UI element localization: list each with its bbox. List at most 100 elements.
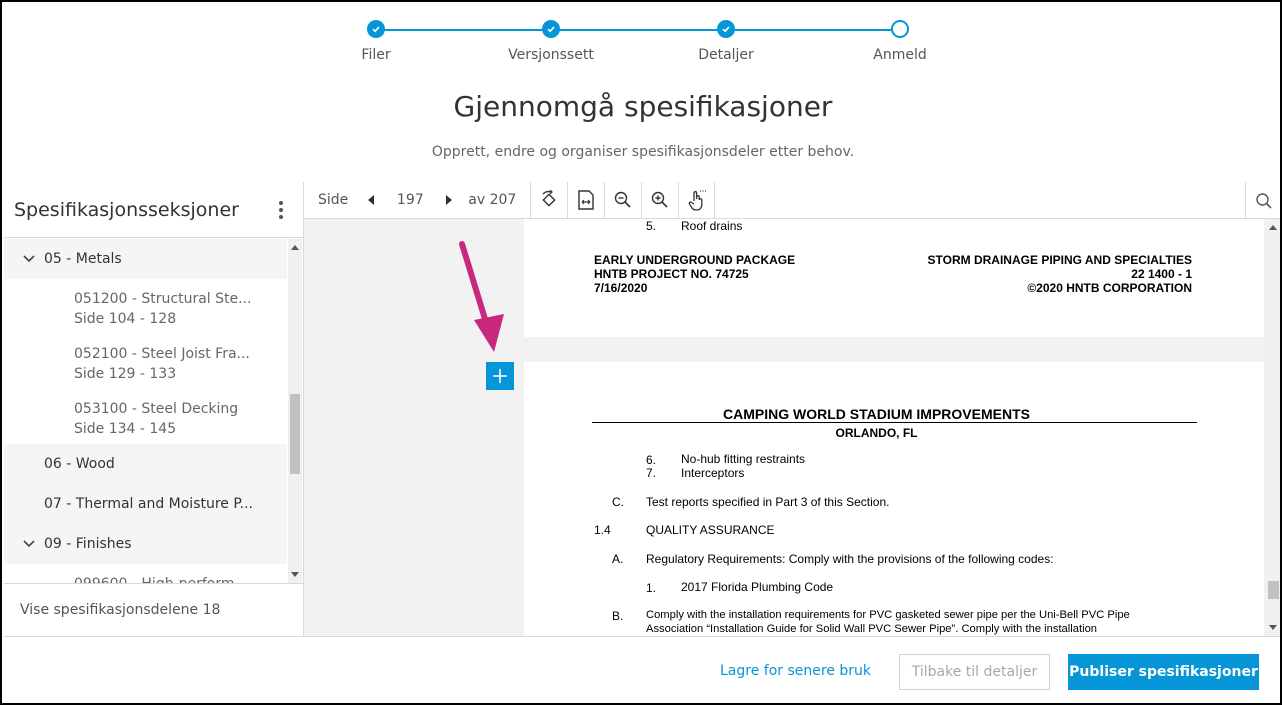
step-label: Filer: [361, 47, 391, 63]
doc-header-rule: [592, 422, 1197, 423]
document-pages-area[interactable]: 5. Roof drains EARLY UNDERGROUND PACKAGE…: [304, 219, 1265, 636]
save-for-later-button[interactable]: Lagre for senere bruk: [720, 663, 871, 679]
check-icon: [367, 20, 385, 38]
step-versjonssett[interactable]: Versjonssett: [491, 20, 611, 63]
doc-text: No-hub fitting restraints: [681, 452, 806, 466]
publish-specifications-button[interactable]: Publiser spesifikasjoner: [1068, 654, 1259, 690]
sections-count: Vise spesifikasjonsdelene 18: [4, 583, 303, 636]
tree-group-label: 06 - Wood: [44, 456, 115, 472]
spec-sections-sidebar: Spesifikasjonsseksjoner 05 - Metals 0512…: [4, 182, 304, 636]
tree-item-name: 099600 - High-perform...: [74, 574, 287, 583]
page-subtitle: Opprett, endre og organiser spesifikasjo…: [431, 144, 855, 160]
search-icon[interactable]: [1245, 182, 1280, 219]
doc-text: 6.: [646, 453, 657, 467]
footer-bar: Lagre for senere bruk Tilbake til detalj…: [4, 636, 1280, 703]
tree-group-07-thermal[interactable]: 07 - Thermal and Moisture P...: [4, 484, 287, 524]
doc-text: 1.: [646, 581, 657, 595]
next-page-icon[interactable]: [446, 195, 453, 205]
tree-item-099600[interactable]: 099600 - High-perform...: [4, 564, 287, 583]
more-options-icon[interactable]: [279, 201, 283, 219]
sidebar-header: Spesifikasjonsseksjoner: [4, 182, 303, 238]
doc-text: B.: [612, 609, 624, 623]
document-viewer: Side 197 av 207 5. Roof drains EARLY UND…: [304, 181, 1280, 636]
doc-text: C.: [612, 495, 624, 509]
tree-group-label: 09 - Finishes: [44, 536, 132, 552]
plus-icon: [493, 369, 507, 383]
doc-text: Roof drains: [681, 219, 743, 233]
tree-group-09-finishes[interactable]: 09 - Finishes: [4, 524, 287, 564]
chevron-down-icon[interactable]: [22, 539, 42, 549]
step-label: Versjonssett: [508, 47, 594, 63]
tree-item-pages: Side 104 - 128: [74, 311, 177, 327]
doc-footer-text: HNTB PROJECT NO. 74725: [594, 267, 749, 281]
tree-item-052100[interactable]: 052100 - Steel Joist Fra... Side 129 - 1…: [4, 334, 287, 389]
doc-text: Comply with the installation requirement…: [646, 609, 1130, 621]
fit-width-icon[interactable]: [567, 181, 604, 219]
check-icon: [717, 20, 735, 38]
doc-text: A.: [612, 552, 624, 566]
zoom-in-icon[interactable]: [641, 181, 678, 219]
page-total: av 207: [468, 192, 517, 208]
doc-footer-text: 22 1400 - 1: [1131, 267, 1192, 281]
doc-text: Test reports specified in Part 3 of this…: [646, 495, 890, 509]
current-step-circle: [891, 20, 909, 38]
viewer-toolbar: Side 197 av 207: [304, 181, 1280, 219]
back-to-details-button[interactable]: Tilbake til detaljer: [899, 654, 1050, 690]
doc-text: 2017 Florida Plumbing Code: [681, 580, 834, 594]
tree-item-051200[interactable]: 051200 - Structural Ste... Side 104 - 12…: [4, 279, 287, 334]
doc-text: 5.: [646, 219, 657, 233]
tree-item-053100[interactable]: 053100 - Steel Decking Side 134 - 145: [4, 389, 287, 444]
step-label: Anmeld: [873, 47, 927, 63]
chevron-down-icon[interactable]: [22, 254, 42, 264]
doc-text: 7.: [646, 466, 657, 480]
tree-item-pages: Side 129 - 133: [74, 366, 177, 382]
tree-item-name: 052100 - Steel Joist Fra...: [74, 346, 250, 362]
tree-item-name: 051200 - Structural Ste...: [74, 291, 252, 307]
rotate-icon[interactable]: [530, 181, 567, 219]
doc-page-subheader: ORLANDO, FL: [835, 426, 918, 440]
doc-text: 1.4: [594, 523, 611, 537]
zoom-out-icon[interactable]: [604, 181, 641, 219]
tree-item-name: 053100 - Steel Decking: [74, 401, 239, 417]
page-title: Gjennomgå spesifikasjoner: [453, 90, 833, 123]
tree-group-05-metals[interactable]: 05 - Metals: [4, 239, 287, 279]
step-anmeld: Anmeld: [840, 20, 960, 63]
doc-footer-text: ©2020 HNTB CORPORATION: [1027, 281, 1192, 295]
scroll-up-arrow-icon[interactable]: [1269, 225, 1277, 230]
app-window: Filer Versjonssett Detaljer Anmeld Gjenn…: [0, 0, 1282, 705]
scroll-down-arrow-icon[interactable]: [291, 572, 299, 577]
stepper-line: [376, 29, 900, 31]
document-page: 5. Roof drains EARLY UNDERGROUND PACKAGE…: [524, 219, 1264, 337]
document-scrollbar[interactable]: [1265, 219, 1280, 636]
scroll-up-arrow-icon[interactable]: [291, 245, 299, 250]
scroll-thumb[interactable]: [1268, 581, 1279, 599]
page-number-input[interactable]: 197: [384, 192, 436, 208]
pan-hand-icon[interactable]: [678, 181, 716, 219]
doc-text: QUALITY ASSURANCE: [646, 523, 775, 537]
tree-group-06-wood[interactable]: 06 - Wood: [4, 444, 287, 484]
doc-page-header: CAMPING WORLD STADIUM IMPROVEMENTS: [723, 406, 1030, 422]
tree-item-pages: Side 134 - 145: [74, 421, 177, 437]
scroll-thumb[interactable]: [290, 394, 300, 474]
add-section-button[interactable]: [486, 362, 514, 390]
page-label: Side: [318, 192, 349, 208]
doc-footer-text: 7/16/2020: [594, 281, 648, 295]
annotation-arrow-icon: [459, 241, 504, 352]
doc-text: Regulatory Requirements: Comply with the…: [646, 552, 1054, 566]
section-tree: 05 - Metals 051200 - Structural Ste... S…: [4, 239, 287, 583]
tree-group-label: 07 - Thermal and Moisture P...: [44, 496, 253, 512]
sidebar-title: Spesifikasjonsseksjoner: [14, 198, 239, 221]
step-detaljer[interactable]: Detaljer: [666, 20, 786, 63]
doc-text: Association “Installation Guide for Soli…: [646, 623, 1098, 635]
sidebar-scrollbar[interactable]: [288, 239, 302, 583]
check-icon: [542, 20, 560, 38]
step-filer[interactable]: Filer: [316, 20, 436, 63]
step-label: Detaljer: [698, 47, 754, 63]
doc-footer-text: EARLY UNDERGROUND PACKAGE: [594, 253, 796, 267]
prev-page-icon[interactable]: [368, 195, 375, 205]
doc-text: Interceptors: [681, 466, 745, 480]
scroll-down-arrow-icon[interactable]: [1269, 625, 1277, 630]
progress-stepper: Filer Versjonssett Detaljer Anmeld: [2, 20, 1280, 70]
doc-footer-text: STORM DRAINAGE PIPING AND SPECIALTIES: [927, 253, 1192, 267]
document-page: CAMPING WORLD STADIUM IMPROVEMENTS ORLAN…: [524, 362, 1264, 636]
